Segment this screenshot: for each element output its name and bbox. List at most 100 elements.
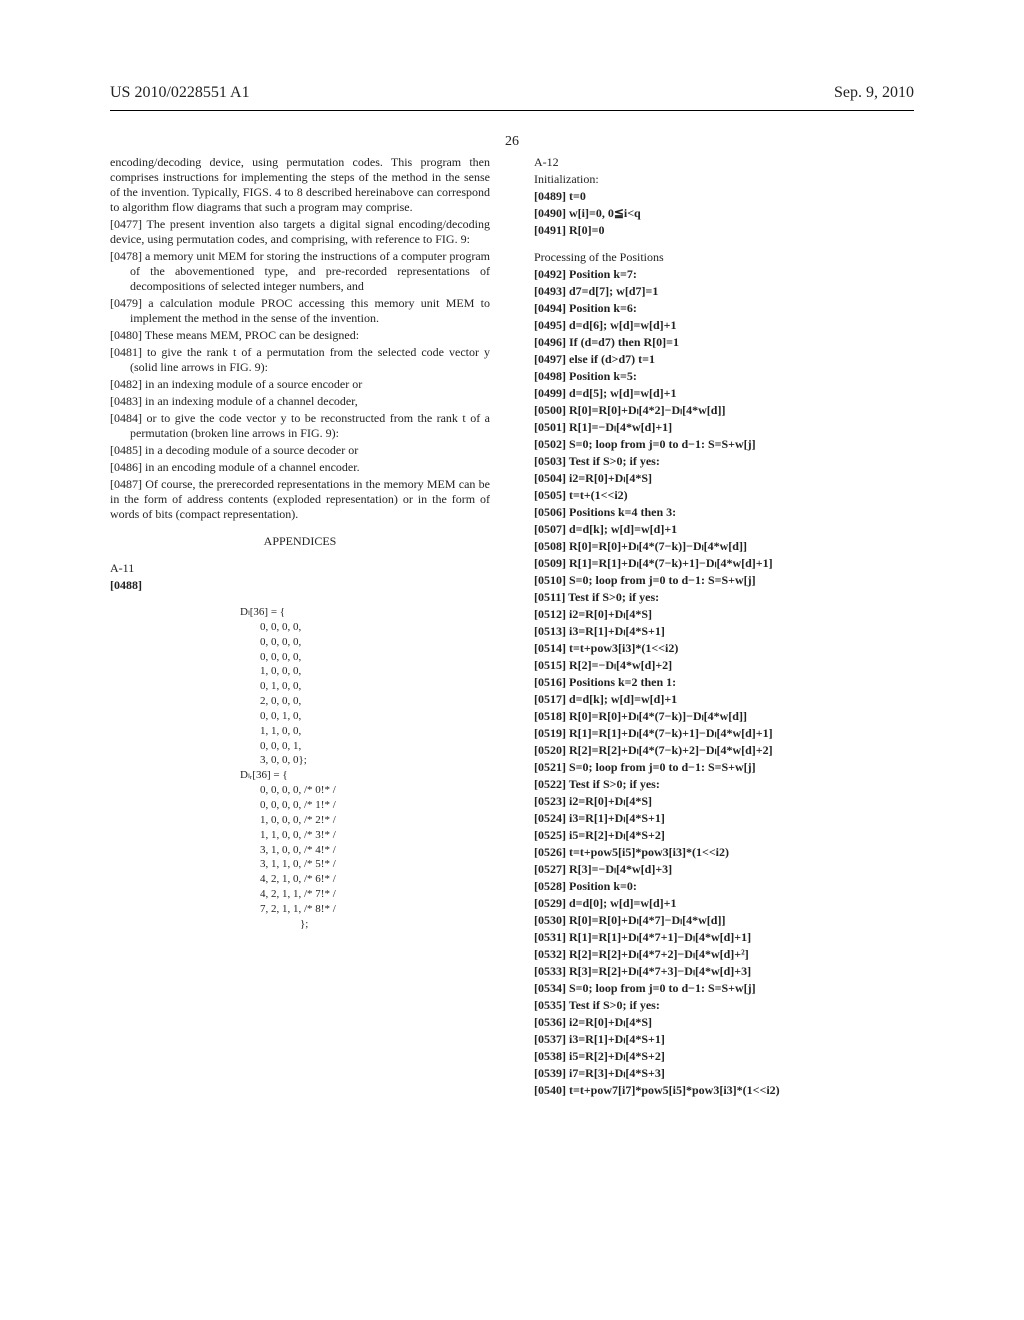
para-0530: [0530] R[0]=R[0]+Dₗ[4*7]−Dₗ[4*w[d]] <box>534 913 914 928</box>
para-0484: [0484] or to give the code vector y to b… <box>110 411 490 441</box>
para-0492: [0492] Position k=7: <box>534 267 914 282</box>
dl36-open: Dₗ[36] = { <box>240 605 490 620</box>
para-0480: [0480] These means MEM, PROC can be desi… <box>110 328 490 343</box>
dl36b-row2: 1, 0, 0, 0, /* 2!* / <box>260 813 490 828</box>
para-0482: [0482] in an indexing module of a source… <box>110 377 490 392</box>
dl36b-close: }; <box>300 917 490 932</box>
dl36-row3: 1, 0, 0, 0, <box>260 664 490 679</box>
para-0504: [0504] i2=R[0]+Dₗ[4*S] <box>534 471 914 486</box>
dl36b-open: Dₗᵣ[36] = { <box>240 768 490 783</box>
dl36b-row0: 0, 0, 0, 0, /* 0!* / <box>260 783 490 798</box>
appendices-title: APPENDICES <box>110 534 490 549</box>
para-0491: [0491] R[0]=0 <box>534 223 914 238</box>
para-0534: [0534] S=0; loop from j=0 to d−1: S=S+w[… <box>534 981 914 996</box>
publication-number: US 2010/0228551 A1 <box>110 84 250 102</box>
page-number: 26 <box>505 134 519 150</box>
para-0529: [0529] d=d[0]; w[d]=w[d]+1 <box>534 896 914 911</box>
para-0483: [0483] in an indexing module of a channe… <box>110 394 490 409</box>
para-0510: [0510] S=0; loop from j=0 to d−1: S=S+w[… <box>534 573 914 588</box>
para-0516: [0516] Positions k=2 then 1: <box>534 675 914 690</box>
para-0488: [0488] <box>110 578 490 593</box>
dl36-row9: 3, 0, 0, 0}; <box>260 753 490 768</box>
para-0508: [0508] R[0]=R[0]+Dₗ[4*(7−k)]−Dₗ[4*w[d]] <box>534 539 914 554</box>
dl36-row5: 2, 0, 0, 0, <box>260 694 490 709</box>
para-0537: [0537] i3=R[1]+Dₗ[4*S+1] <box>534 1032 914 1047</box>
para-0490: [0490] w[i]=0, 0≦i<q <box>534 206 914 221</box>
para-0489: [0489] t=0 <box>534 189 914 204</box>
para-0514: [0514] t=t+pow3[i3]*(1<<i2) <box>534 641 914 656</box>
para-0526: [0526] t=t+pow5[i5]*pow3[i3]*(1<<i2) <box>534 845 914 860</box>
para-0533: [0533] R[3]=R[2]+Dₗ[4*7+3]−Dₗ[4*w[d]+3] <box>534 964 914 979</box>
publication-date: Sep. 9, 2010 <box>834 84 914 102</box>
dl36b-row4: 3, 1, 0, 0, /* 4!* / <box>260 843 490 858</box>
para-0486: [0486] in an encoding module of a channe… <box>110 460 490 475</box>
para-0478: [0478] a memory unit MEM for storing the… <box>110 249 490 294</box>
para-0524: [0524] i3=R[1]+Dₗ[4*S+1] <box>534 811 914 826</box>
para-0505: [0505] t=t+(1<<i2) <box>534 488 914 503</box>
para-0498: [0498] Position k=5: <box>534 369 914 384</box>
dl36b-row5: 3, 1, 1, 0, /* 5!* / <box>260 857 490 872</box>
para-0494: [0494] Position k=6: <box>534 301 914 316</box>
processing-heading: Processing of the Positions <box>534 250 914 265</box>
para-0485: [0485] in a decoding module of a source … <box>110 443 490 458</box>
dl36-row8: 0, 0, 0, 1, <box>260 739 490 754</box>
para-0503: [0503] Test if S>0; if yes: <box>534 454 914 469</box>
para-0520: [0520] R[2]=R[2]+Dₗ[4*(7−k)+2]−Dₗ[4*w[d]… <box>534 743 914 758</box>
dl36-row6: 0, 0, 1, 0, <box>260 709 490 724</box>
para-0477: [0477] The present invention also target… <box>110 217 490 247</box>
para-0493: [0493] d7=d[7]; w[d7]=1 <box>534 284 914 299</box>
left-column: encoding/decoding device, using permutat… <box>110 155 490 1290</box>
para-0500: [0500] R[0]=R[0]+Dₗ[4*2]−Dₗ[4*w[d]] <box>534 403 914 418</box>
dl36-row4: 0, 1, 0, 0, <box>260 679 490 694</box>
dl36b-row7: 4, 2, 1, 1, /* 7!* / <box>260 887 490 902</box>
para-0519: [0519] R[1]=R[1]+Dₗ[4*(7−k)+1]−Dₗ[4*w[d]… <box>534 726 914 741</box>
para-0481: [0481] to give the rank t of a permutati… <box>110 345 490 375</box>
para-0527: [0527] R[3]=−Dₗ[4*w[d]+3] <box>534 862 914 877</box>
right-column: A-12 Initialization: [0489] t=0 [0490] w… <box>534 155 914 1290</box>
dl36b-row8: 7, 2, 1, 1, /* 8!* / <box>260 902 490 917</box>
dl36-row7: 1, 1, 0, 0, <box>260 724 490 739</box>
dl36b-row3: 1, 1, 0, 0, /* 3!* / <box>260 828 490 843</box>
para-0512: [0512] i2=R[0]+Dₗ[4*S] <box>534 607 914 622</box>
para-0518: [0518] R[0]=R[0]+Dₗ[4*(7−k)]−Dₗ[4*w[d]] <box>534 709 914 724</box>
para-0509: [0509] R[1]=R[1]+Dₗ[4*(7−k)+1]−Dₗ[4*w[d]… <box>534 556 914 571</box>
para-0525: [0525] i5=R[2]+Dₗ[4*S+2] <box>534 828 914 843</box>
header-rule <box>110 110 914 111</box>
para-0522: [0522] Test if S>0; if yes: <box>534 777 914 792</box>
para-0517: [0517] d=d[k]; w[d]=w[d]+1 <box>534 692 914 707</box>
para-intro: encoding/decoding device, using permutat… <box>110 155 490 215</box>
para-0507: [0507] d=d[k]; w[d]=w[d]+1 <box>534 522 914 537</box>
dl36-row1: 0, 0, 0, 0, <box>260 635 490 650</box>
initialization-heading: Initialization: <box>534 172 914 187</box>
two-column-body: encoding/decoding device, using permutat… <box>110 155 914 1290</box>
para-0495: [0495] d=d[6]; w[d]=w[d]+1 <box>534 318 914 333</box>
para-0535: [0535] Test if S>0; if yes: <box>534 998 914 1013</box>
para-0532: [0532] R[2]=R[2]+Dₗ[4*7+2]−Dₗ[4*w[d]+²] <box>534 947 914 962</box>
para-0502: [0502] S=0; loop from j=0 to d−1: S=S+w[… <box>534 437 914 452</box>
section-a11: A-11 <box>110 561 490 576</box>
para-0531: [0531] R[1]=R[1]+Dₗ[4*7+1]−Dₗ[4*w[d]+1] <box>534 930 914 945</box>
section-a12: A-12 <box>534 155 914 170</box>
para-0511: [0511] Test if S>0; if yes: <box>534 590 914 605</box>
patent-page: US 2010/0228551 A1 Sep. 9, 2010 26 encod… <box>0 0 1024 1320</box>
para-0496: [0496] If (d=d7) then R[0]=1 <box>534 335 914 350</box>
para-0536: [0536] i2=R[0]+Dₗ[4*S] <box>534 1015 914 1030</box>
page-header: US 2010/0228551 A1 Sep. 9, 2010 <box>110 84 914 102</box>
para-0523: [0523] i2=R[0]+Dₗ[4*S] <box>534 794 914 809</box>
para-0497: [0497] else if (d>d7) t=1 <box>534 352 914 367</box>
para-0538: [0538] i5=R[2]+Dₗ[4*S+2] <box>534 1049 914 1064</box>
para-0513: [0513] i3=R[1]+Dₗ[4*S+1] <box>534 624 914 639</box>
para-0540: [0540] t=t+pow7[i7]*pow5[i5]*pow3[i3]*(1… <box>534 1083 914 1098</box>
para-0487: [0487] Of course, the prerecorded repres… <box>110 477 490 522</box>
para-0479: [0479] a calculation module PROC accessi… <box>110 296 490 326</box>
dl36-row0: 0, 0, 0, 0, <box>260 620 490 635</box>
para-0515: [0515] R[2]=−Dₗ[4*w[d]+2] <box>534 658 914 673</box>
para-0499: [0499] d=d[5]; w[d]=w[d]+1 <box>534 386 914 401</box>
para-0501: [0501] R[1]=−Dₗ[4*w[d]+1] <box>534 420 914 435</box>
para-0506: [0506] Positions k=4 then 3: <box>534 505 914 520</box>
dl36b-row6: 4, 2, 1, 0, /* 6!* / <box>260 872 490 887</box>
dl36b-row1: 0, 0, 0, 0, /* 1!* / <box>260 798 490 813</box>
para-0528: [0528] Position k=0: <box>534 879 914 894</box>
dl36-row2: 0, 0, 0, 0, <box>260 650 490 665</box>
para-0521: [0521] S=0; loop from j=0 to d−1: S=S+w[… <box>534 760 914 775</box>
